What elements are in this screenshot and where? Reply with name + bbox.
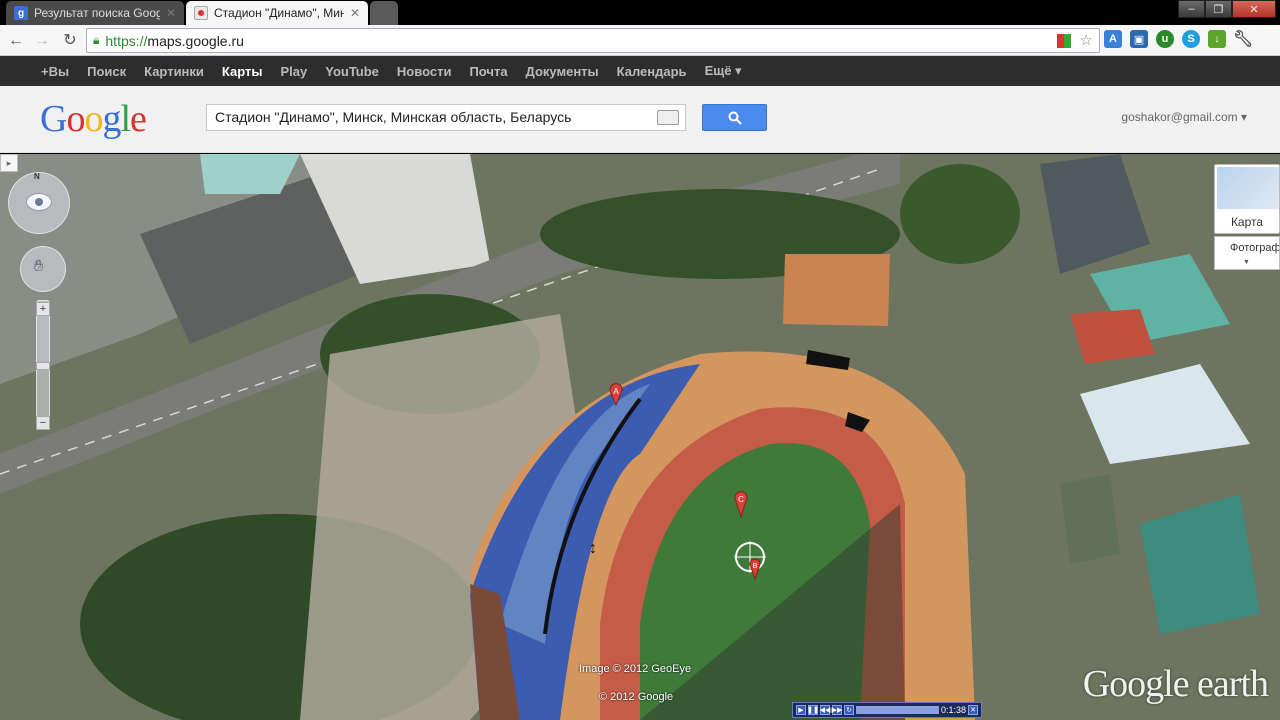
map-type-button[interactable]: Карта bbox=[1214, 164, 1280, 234]
close-window-button[interactable]: ✕ bbox=[1232, 0, 1276, 18]
page-action-icon[interactable] bbox=[1057, 34, 1071, 48]
map-marker-c[interactable]: C bbox=[733, 490, 749, 518]
tour-seek-bar[interactable] bbox=[856, 706, 939, 714]
gbar-youtube[interactable]: YouTube bbox=[325, 64, 379, 79]
url-scheme: https:// bbox=[105, 32, 148, 49]
download-icon[interactable]: ↓ bbox=[1208, 30, 1226, 48]
keyboard-icon[interactable] bbox=[657, 110, 679, 125]
utorrent-icon[interactable]: u bbox=[1156, 30, 1174, 48]
reload-icon[interactable]: ↻ bbox=[60, 31, 80, 51]
satellite-imagery bbox=[0, 154, 1280, 720]
gbar-mail[interactable]: Почта bbox=[469, 64, 507, 79]
extension-icons: A ▣ u S ↓ 🔧︎ bbox=[1104, 30, 1253, 48]
gbar-docs[interactable]: Документы bbox=[526, 64, 599, 79]
window-controls: – ❐ ✕ bbox=[1178, 0, 1276, 18]
map-type-label: Карта bbox=[1230, 215, 1264, 229]
minimize-button[interactable]: – bbox=[1178, 0, 1205, 18]
google-credit: © 2012 Google bbox=[599, 691, 674, 703]
zoom-slider-thumb[interactable] bbox=[36, 362, 50, 370]
gbar-more[interactable]: Ещё ▾ bbox=[705, 63, 742, 79]
earth-view[interactable]: A C B ↕ ▸ N ✋︎ + − Карта Фотографии ▼ Im… bbox=[0, 154, 1280, 720]
close-player-icon[interactable]: ✕ bbox=[968, 705, 978, 715]
close-tab-icon[interactable]: ✕ bbox=[350, 6, 360, 20]
bookmark-star-icon[interactable]: ☆ bbox=[1080, 31, 1093, 49]
move-ring[interactable]: ✋︎ bbox=[20, 246, 66, 292]
new-tab-button[interactable] bbox=[370, 1, 398, 25]
gbar-search[interactable]: Поиск bbox=[87, 64, 126, 79]
imagery-credit: Image © 2012 GeoEye bbox=[579, 663, 692, 675]
gbar-images[interactable]: Картинки bbox=[144, 64, 204, 79]
tab-title: Стадион "Динамо", Минск bbox=[214, 6, 344, 20]
browser-toolbar: ← → ↻ 🔒︎ https:// maps.google.ru ☆ A ▣ u… bbox=[0, 25, 1280, 56]
search-icon bbox=[728, 111, 742, 125]
hand-icon: ✋︎ bbox=[34, 258, 44, 275]
tab-strip: g Результат поиска Google ✕ Стадион "Дин… bbox=[0, 0, 1280, 25]
tab-search-results[interactable]: g Результат поиска Google ✕ bbox=[6, 1, 184, 25]
tab-title: Результат поиска Google bbox=[34, 6, 160, 20]
wrench-menu-icon[interactable]: 🔧︎ bbox=[1233, 30, 1253, 48]
play-icon[interactable]: ▶ bbox=[796, 705, 806, 715]
search-header: Google Стадион "Динамо", Минск, Минская … bbox=[0, 86, 1280, 153]
look-ring[interactable]: N bbox=[8, 172, 70, 234]
gbar-news[interactable]: Новости bbox=[397, 64, 452, 79]
close-tab-icon[interactable]: ✕ bbox=[166, 6, 176, 20]
search-input-value: Стадион "Динамо", Минск, Минская область… bbox=[215, 109, 572, 125]
address-bar[interactable]: 🔒︎ https:// maps.google.ru ☆ bbox=[86, 28, 1100, 53]
repeat-icon[interactable]: ↻ bbox=[844, 705, 854, 715]
tour-time: 0:1:38 bbox=[940, 705, 966, 715]
zoom-in-button[interactable]: + bbox=[36, 302, 50, 316]
map-thumbnail bbox=[1217, 167, 1279, 209]
forward-arrow-icon[interactable]: → bbox=[32, 31, 52, 51]
google-g-icon: g bbox=[14, 6, 28, 20]
google-logo[interactable]: Google bbox=[40, 97, 147, 141]
search-input[interactable]: Стадион "Динамо", Минск, Минская область… bbox=[206, 104, 686, 131]
back-arrow-icon[interactable]: ← bbox=[6, 31, 26, 51]
marker-c-label: C bbox=[738, 495, 744, 504]
pause-icon[interactable]: ❚❚ bbox=[807, 705, 819, 715]
resize-cursor-icon: ↕ bbox=[589, 540, 597, 557]
tab-maps[interactable]: Стадион "Динамо", Минск ✕ bbox=[186, 1, 368, 25]
collapse-panel-icon[interactable]: ▸ bbox=[0, 154, 18, 172]
rewind-icon[interactable]: ◀◀ bbox=[820, 705, 830, 715]
marker-b-label: B bbox=[753, 563, 758, 570]
gbar-maps[interactable]: Карты bbox=[222, 64, 263, 79]
maximize-button[interactable]: ❐ bbox=[1205, 0, 1232, 18]
google-bar: +Вы Поиск Картинки Карты Play YouTube Но… bbox=[0, 56, 1280, 86]
skype-icon[interactable]: S bbox=[1182, 30, 1200, 48]
gbar-play[interactable]: Play bbox=[280, 64, 307, 79]
chevron-down-icon: ▼ bbox=[1243, 259, 1250, 266]
screen-capture-icon[interactable]: ▣ bbox=[1130, 30, 1148, 48]
lock-icon: 🔒︎ bbox=[93, 33, 100, 47]
photos-layer-button[interactable]: Фотографии ▼ bbox=[1214, 236, 1280, 270]
account-menu[interactable]: goshakor@gmail.com ▾ bbox=[1121, 110, 1247, 124]
map-marker-a[interactable]: A bbox=[608, 382, 624, 406]
translate-icon[interactable]: A bbox=[1104, 30, 1122, 48]
photos-label: Фотографии bbox=[1230, 242, 1280, 254]
eye-icon bbox=[26, 193, 52, 211]
marker-a-label: A bbox=[613, 387, 619, 396]
gbar-calendar[interactable]: Календарь bbox=[617, 64, 687, 79]
zoom-out-button[interactable]: − bbox=[36, 416, 50, 430]
search-button[interactable] bbox=[702, 104, 767, 131]
google-earth-logo: Google earth bbox=[1082, 663, 1269, 705]
gbar-plus-you[interactable]: +Вы bbox=[41, 64, 69, 79]
url-host: maps.google.ru bbox=[147, 32, 244, 49]
tour-player: ▶ ❚❚ ◀◀ ▶▶ ↻ 0:1:38 ✕ bbox=[792, 702, 982, 718]
north-indicator[interactable]: N bbox=[34, 172, 40, 181]
forward-icon[interactable]: ▶▶ bbox=[832, 705, 842, 715]
map-marker-b[interactable]: B bbox=[733, 539, 769, 583]
google-maps-icon bbox=[194, 6, 208, 20]
